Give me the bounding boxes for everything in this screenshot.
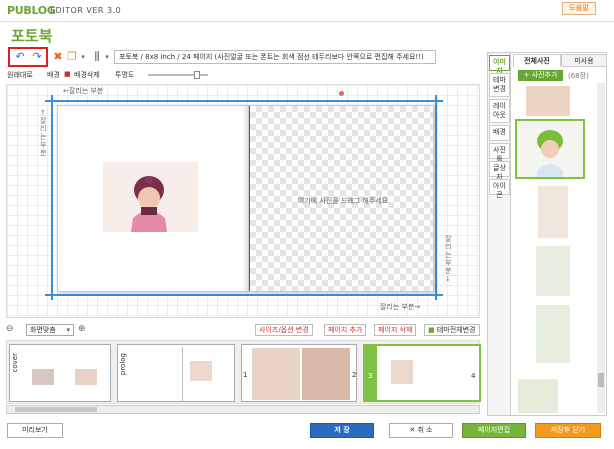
strip-scrollbar-thumb[interactable] [15,407,97,412]
strip-scrollbar[interactable] [6,405,480,414]
publog-logo: PUBLOG [7,4,56,17]
cut-area-bottom-label: 잘리는 부분→ [380,303,421,311]
cancel-button[interactable]: ✕ 취 소 [389,423,453,438]
tab-unused-photos[interactable]: 미사용 [561,54,607,67]
page-2-photo [302,348,350,400]
prolog-photo [190,361,212,381]
page-add-button[interactable]: 페이지 추가 [324,324,367,336]
page-controls: ⊖ 화면맞춤 ▾ ⊕ 사이즈/옵션 변경 페이지 추가 페이지 삭제 ■ 테마전… [6,324,480,338]
background-delete-icon[interactable]: ■ [64,70,71,78]
center-marker [339,91,344,96]
page-4-number: 4 [471,372,476,380]
page-title: 포토북 [11,27,53,45]
editor-version: EDITOR VER 3.0 [50,6,122,15]
edit-canvas[interactable]: ←잘리는 부분 ↑잘리는 부분 잘리는 부분↓ 잘리는 부분→ 여기에 사진을 … [6,84,480,318]
side-photo-3[interactable] [538,186,568,238]
redo-icon[interactable]: ↷ [30,50,44,64]
tab-theme-change[interactable]: 테마 변경 [489,73,510,97]
undo-redo-group: ↶ ↷ [8,47,48,67]
tab-image[interactable]: 이미지 [489,55,510,75]
save-and-close-button[interactable]: 저장후 닫기 [535,423,601,438]
copy-dropdown-icon[interactable]: ▾ [76,50,90,64]
guide-line-top [45,100,443,102]
zoom-in-icon[interactable]: ⊕ [78,324,86,334]
background-delete-button[interactable]: 배경삭제 [74,70,100,80]
side-panel: 이미지 테마 변경 레이 아웃 배경 사진틀 글상자 아이콘 전체사진 미사용 … [487,52,607,416]
guide-line-left [51,95,53,300]
transparency-label: 투명도 [115,71,135,79]
prolog-spine [182,347,183,401]
undo-icon[interactable]: ↶ [13,50,27,64]
cover-label: cover [11,353,19,373]
add-photo-button[interactable]: + 사진추가 [518,70,563,81]
chevron-down-icon: ▾ [66,326,70,334]
side-photo-2[interactable] [515,119,585,179]
theme-change-all-button[interactable]: ■ 테마전체변경 [424,324,480,336]
page-edit-button[interactable]: 페이지편집 [462,423,526,438]
page-1-number: 1 [243,371,248,379]
preview-button[interactable]: 미리보기 [7,423,63,438]
side-photo-1[interactable] [526,86,570,116]
delete-icon[interactable]: ✖ [51,50,65,64]
side-photo-6[interactable] [518,379,558,413]
editing-notice: 포토북 / 8x8 inch / 24 페이지 (사진얼굴 또는 폰트는 회색 … [114,50,436,64]
page-thumbnail-strip: cover prolog 1 2 3 4 [6,340,481,404]
main-toolbar: ↶ ↷ ✖ ❐ ▾ ⫼ ▾ 포토북 / 8x8 inch / 24 페이지 (사… [6,47,480,67]
prolog-thumbnail[interactable]: prolog [117,344,235,402]
tab-photo-frame[interactable]: 사진틀 [489,143,510,163]
size-option-change-button[interactable]: 사이즈/옵션 변경 [255,324,313,336]
cut-area-left-label: ↑잘리는 부분 [40,109,47,157]
cut-area-right-label: 잘리는 부분↓ [445,235,452,283]
cover-photo-right [75,369,97,385]
align-dropdown-icon[interactable]: ▾ [100,50,114,64]
help-button[interactable]: 도움말 [562,2,596,15]
page-add-label: 페이지 추가 [328,326,363,334]
tab-all-photos[interactable]: 전체사진 [513,54,561,67]
side-photo-5[interactable] [536,305,570,363]
size-option-change-label: 사이즈/옵션 변경 [259,326,309,334]
side-tab-bar: 이미지 테마 변경 레이 아웃 배경 사진틀 글상자 아이콘 [488,53,511,415]
cut-area-top-label: ←잘리는 부분 [63,87,104,95]
page-3-photo [391,360,413,384]
background-toolbar: 원래대로 배경 ■ 배경삭제 투명도 [0,68,480,82]
transparency-slider-handle[interactable] [194,71,200,79]
theme-icon: ■ [428,326,435,334]
side-scrollbar[interactable] [597,83,605,413]
tab-layout[interactable]: 레이 아웃 [489,99,510,123]
side-photo-4[interactable] [536,246,570,296]
guide-line-right [435,95,437,300]
prolog-label: prolog [119,353,127,376]
tab-background[interactable]: 배경 [489,125,510,141]
side-scrollbar-thumb[interactable] [598,373,604,387]
photobook-spread[interactable]: 여기에 사진을 드래그 해주세요 [57,105,434,292]
page-1-photo [252,348,300,400]
theme-change-all-label: 테마전체변경 [436,326,476,334]
page-3-number: 3 [368,372,373,380]
main-photo[interactable] [103,162,198,232]
tab-icon[interactable]: 아이콘 [489,179,510,199]
page-delete-label: 페이지 삭제 [378,326,413,334]
cover-thumbnail[interactable]: cover [9,344,111,402]
photo-count: (68장) [568,72,589,80]
pages-3-4-thumbnail[interactable]: 3 4 [363,344,481,402]
guide-line-bottom [45,294,443,296]
zoom-select-value: 화면맞춤 [30,326,56,334]
zoom-select[interactable]: 화면맞춤 ▾ [26,324,74,336]
background-button[interactable]: 배경 [47,70,60,80]
reset-original-button[interactable]: 원래대로 [7,70,33,80]
pages-1-2-thumbnail[interactable]: 1 2 [241,344,357,402]
drop-hint-text: 여기에 사진을 드래그 해주세요 [297,197,389,205]
cover-photo-left [32,369,54,385]
page-2-number: 2 [352,371,357,379]
tab-text-box[interactable]: 글상자 [489,161,510,181]
photo-filter-tabs: 전체사진 미사용 [513,54,607,67]
page-delete-button[interactable]: 페이지 삭제 [374,324,417,336]
save-button[interactable]: 저 장 [310,423,374,438]
zoom-out-icon[interactable]: ⊖ [6,324,14,334]
title-bar: PUBLOG EDITOR VER 3.0 도움말 [0,0,614,22]
